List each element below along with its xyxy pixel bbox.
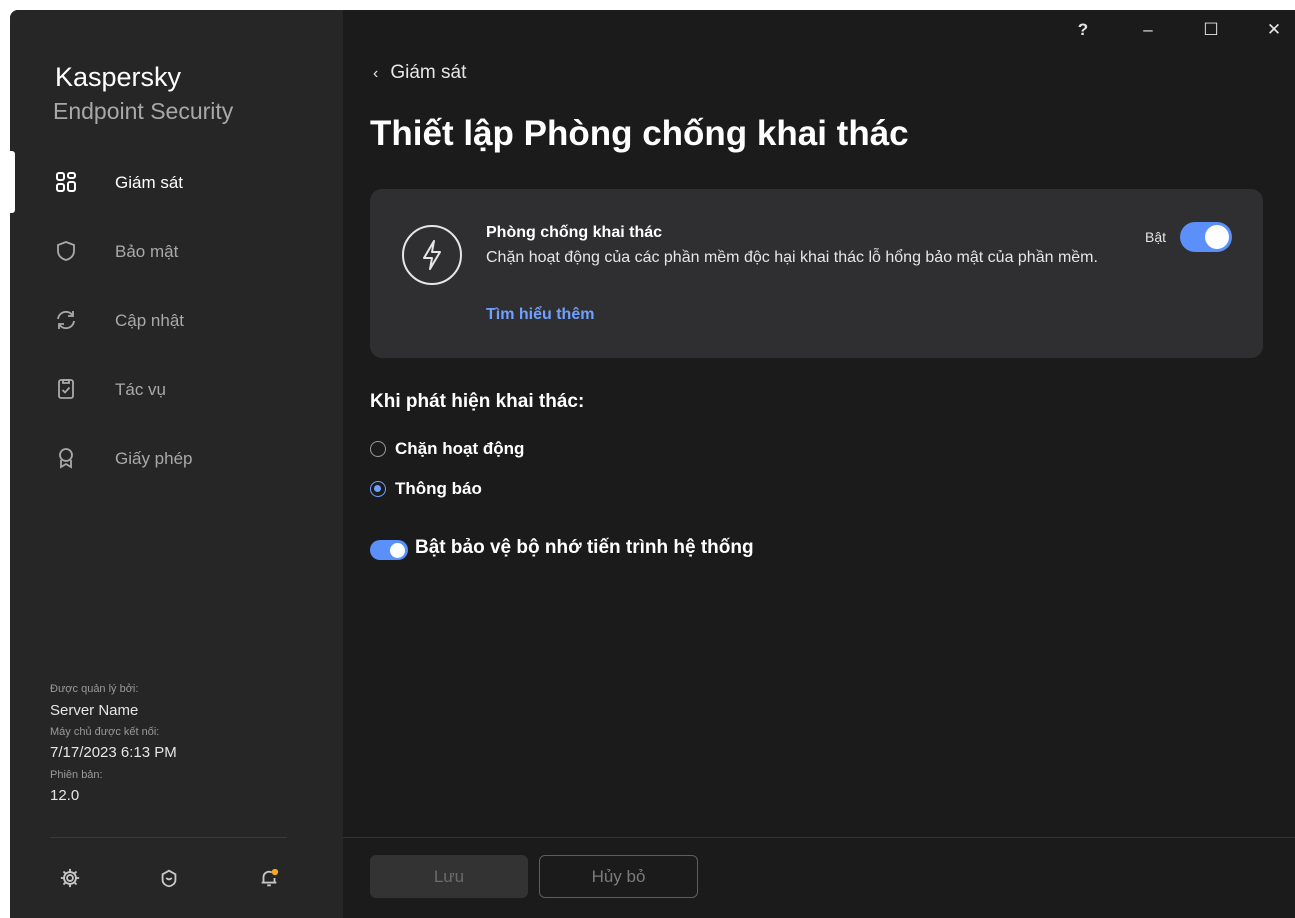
managed-by-label: Được quản lý bởi: <box>50 683 139 695</box>
close-button[interactable]: ✕ <box>1259 20 1289 40</box>
support-icon[interactable] <box>158 867 180 889</box>
sidebar-item-label: Giám sát <box>115 173 184 192</box>
card-title: Phòng chống khai thác <box>486 224 663 241</box>
sidebar-item-license[interactable]: Giấy phép <box>10 436 343 480</box>
sidebar-divider <box>50 837 287 838</box>
main-panel: ? – ☐ ✕ ‹ Giám sát Thiết lập Phòng chống … <box>343 10 1295 918</box>
footer-divider <box>343 837 1295 838</box>
clipboard-check-icon <box>58 379 74 399</box>
toggle-knob <box>390 542 405 558</box>
minimize-button[interactable]: – <box>1133 20 1163 40</box>
cancel-button[interactable]: Hủy bỏ <box>539 855 698 898</box>
save-button[interactable]: Lưu <box>370 855 528 898</box>
radio-button-checked[interactable] <box>370 481 386 497</box>
learn-more-link[interactable]: Tìm hiểu thêm <box>486 306 594 324</box>
page-title: Thiết lập Phòng chống khai thác <box>370 114 909 153</box>
sidebar-item-label: Giấy phép <box>115 449 193 468</box>
sidebar-item-label: Tác vụ <box>115 380 167 399</box>
memory-protection-label: Bật bảo vệ bộ nhớ tiến trình hệ thống <box>415 537 754 558</box>
refresh-icon <box>57 310 75 330</box>
option-block-activity[interactable]: Chặn hoạt động <box>370 437 524 461</box>
server-connected-label: Máy chủ được kết nối: <box>50 726 160 738</box>
card-description: Chặn hoạt động của các phần mềm độc hại … <box>486 249 1098 266</box>
option-label: Thông báo <box>395 479 482 498</box>
sidebar-item-tasks[interactable]: Tác vụ <box>10 367 343 411</box>
back-link[interactable]: ‹ Giám sát <box>373 62 466 84</box>
help-button[interactable]: ? <box>1068 20 1098 40</box>
sidebar-item-security[interactable]: Bảo mật <box>10 229 343 273</box>
back-label: Giám sát <box>390 62 467 83</box>
option-notify[interactable]: Thông báo <box>370 477 482 501</box>
brand-name: Kaspersky <box>55 62 182 92</box>
memory-protection-toggle[interactable] <box>370 540 408 560</box>
radio-button[interactable] <box>370 441 386 457</box>
version-label: Phiên bản: <box>50 769 103 781</box>
version-value: 12.0 <box>50 787 80 804</box>
shield-icon <box>57 241 75 261</box>
product-name: Endpoint Security <box>53 98 234 124</box>
toggle-knob <box>1205 225 1229 249</box>
sidebar-item-update[interactable]: Cập nhật <box>10 298 343 342</box>
sidebar: Kaspersky Endpoint Security Giám sát Bảo… <box>10 10 343 918</box>
toggle-state-label: Bật <box>1145 229 1167 245</box>
sidebar-item-monitoring[interactable]: Giám sát <box>10 160 343 204</box>
managed-by-value: Server Name <box>50 702 139 719</box>
exploit-prevention-toggle[interactable] <box>1180 222 1232 252</box>
on-detect-heading: Khi phát hiện khai thác: <box>370 391 585 412</box>
sidebar-item-label: Cập nhật <box>115 311 184 330</box>
app-window: Kaspersky Endpoint Security Giám sát Bảo… <box>10 10 1295 918</box>
sidebar-item-label: Bảo mật <box>115 242 179 261</box>
chevron-left-icon: ‹ <box>373 65 379 82</box>
server-connected-value: 7/17/2023 6:13 PM <box>50 744 177 761</box>
maximize-button[interactable]: ☐ <box>1196 20 1226 40</box>
notifications-icon[interactable] <box>258 867 280 889</box>
lightning-icon <box>402 225 462 285</box>
settings-icon[interactable] <box>59 867 81 889</box>
option-label: Chặn hoạt động <box>395 439 525 458</box>
exploit-prevention-card: Phòng chống khai thác Chặn hoạt động của… <box>370 189 1263 358</box>
license-ribbon-icon <box>59 448 73 469</box>
dashboard-icon <box>56 172 76 192</box>
